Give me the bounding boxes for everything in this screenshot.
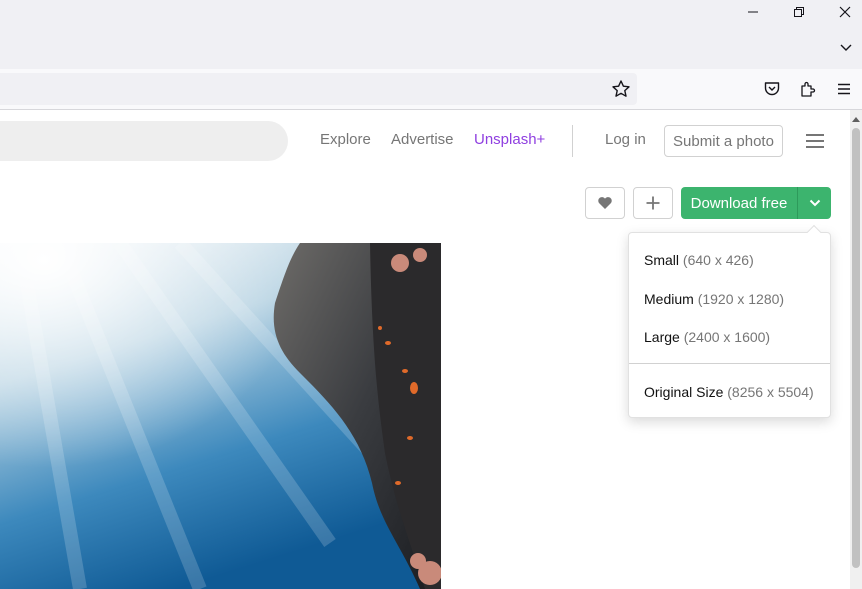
- page-content: Explore Advertise Unsplash+ Log in Submi…: [0, 110, 850, 589]
- scroll-up-button[interactable]: [850, 112, 862, 126]
- hamburger-menu-button[interactable]: [803, 130, 827, 152]
- close-window-button[interactable]: [822, 0, 862, 24]
- login-link[interactable]: Log in: [605, 131, 646, 148]
- option-size: (1920 x 1280): [697, 291, 785, 307]
- nav-advertise[interactable]: Advertise: [391, 131, 454, 148]
- chevron-down-icon: [840, 44, 852, 51]
- download-option-medium[interactable]: Medium (1920 x 1280): [644, 291, 784, 307]
- download-option-original[interactable]: Original Size (8256 x 5504): [644, 384, 814, 400]
- download-size-toggle[interactable]: [797, 187, 831, 219]
- address-bar[interactable]: [0, 73, 637, 105]
- download-option-small[interactable]: Small (640 x 426): [644, 252, 754, 268]
- extensions-button[interactable]: [798, 79, 818, 99]
- download-free-button[interactable]: Download free: [681, 187, 797, 219]
- like-button[interactable]: [585, 187, 625, 219]
- dropdown-arrow: [806, 224, 822, 240]
- minimize-button[interactable]: [730, 0, 776, 24]
- list-all-tabs-button[interactable]: [834, 36, 858, 60]
- scrollbar-thumb[interactable]: [852, 128, 860, 568]
- bookmark-star-icon[interactable]: [611, 79, 631, 99]
- download-option-large[interactable]: Large (2400 x 1600): [644, 329, 770, 345]
- restore-icon: [794, 7, 804, 17]
- dropdown-divider: [629, 363, 830, 364]
- app-menu-button[interactable]: [834, 79, 854, 99]
- option-size: (2400 x 1600): [683, 329, 771, 345]
- browser-titlebar: [0, 0, 862, 69]
- minimize-icon: [748, 11, 758, 13]
- header-divider: [572, 125, 573, 157]
- option-label: Large: [644, 329, 680, 345]
- pocket-button[interactable]: [762, 79, 782, 99]
- option-label: Small: [644, 252, 680, 268]
- search-input[interactable]: [0, 121, 288, 161]
- download-size-dropdown: Small (640 x 426) Medium (1920 x 1280) L…: [628, 224, 831, 418]
- hamburger-icon: [806, 134, 824, 148]
- nav-unsplash-plus[interactable]: Unsplash+: [474, 131, 545, 148]
- close-icon: [839, 6, 851, 18]
- restore-button[interactable]: [776, 0, 822, 24]
- add-to-collection-button[interactable]: [633, 187, 673, 219]
- pocket-icon: [764, 82, 780, 96]
- option-label: Medium: [644, 291, 694, 307]
- page-scrollbar[interactable]: [850, 110, 862, 589]
- nav-explore[interactable]: Explore: [320, 131, 371, 148]
- option-size: (8256 x 5504): [727, 384, 814, 400]
- submit-photo-button[interactable]: Submit a photo: [664, 125, 783, 157]
- option-size: (640 x 426): [682, 252, 754, 268]
- menu-icon: [838, 83, 850, 95]
- option-label: Original Size: [644, 384, 724, 400]
- plus-icon: [646, 196, 660, 210]
- photo-underwater[interactable]: [0, 243, 441, 589]
- triangle-up-icon: [852, 117, 860, 122]
- heart-icon: [598, 197, 612, 209]
- chevron-down-icon: [809, 199, 820, 207]
- extensions-icon: [801, 81, 816, 97]
- browser-navbar: [0, 69, 862, 110]
- photo-image: [0, 243, 441, 589]
